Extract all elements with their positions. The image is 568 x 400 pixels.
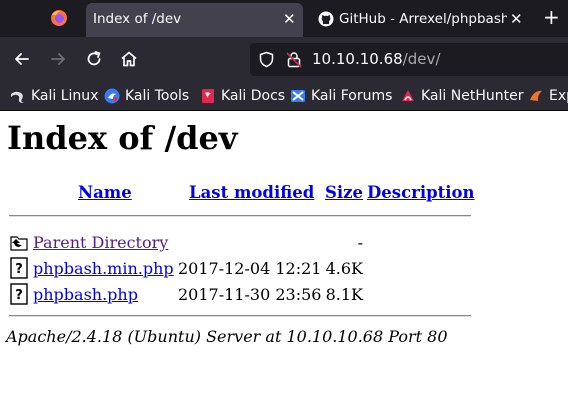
- file-link-phpbash[interactable]: phpbash.php: [33, 285, 138, 304]
- kali-dragon-icon: [11, 91, 24, 103]
- back-arrow-icon[interactable]: [12, 49, 32, 69]
- insecure-lock-icon[interactable]: [286, 51, 302, 68]
- table-row: ? phpbash.php 2017-11-30 23:56 8.1K: [0, 282, 568, 306]
- row-size: 4.6K: [325, 259, 363, 278]
- column-header-name[interactable]: Name: [78, 183, 132, 202]
- row-modified: 2017-12-04 12:21: [178, 259, 322, 278]
- firefox-icon[interactable]: [50, 9, 68, 27]
- bookmark-kali-nethunter[interactable]: Kali NetHunter: [400, 86, 523, 106]
- bookmark-kali-forums[interactable]: Kali Forums: [290, 86, 392, 106]
- url-host: 10.10.10.68: [312, 50, 403, 68]
- row-size: 8.1K: [325, 285, 363, 304]
- reload-icon[interactable]: [84, 49, 104, 69]
- navigation-toolbar: 10.10.10.68/dev/: [0, 37, 568, 82]
- file-link-phpbash-min[interactable]: phpbash.min.php: [33, 259, 174, 278]
- tab-github-phpbash[interactable]: GitHub - Arrexel/phpbash ✕: [310, 3, 532, 37]
- footer-divider: [9, 315, 471, 317]
- bookmarks-toolbar: Kali Linux Kali Tools Kali Docs Kali For…: [0, 82, 568, 111]
- table-row: ? phpbash.min.php 2017-12-04 12:21 4.6K: [0, 256, 568, 280]
- kali-nethunter-icon: [402, 90, 414, 101]
- kali-forums-icon: [291, 90, 305, 102]
- tab-index-of-dev[interactable]: Index of /dev ✕: [86, 3, 303, 37]
- unknown-file-icon: ?: [10, 257, 28, 279]
- unknown-file-icon: ?: [10, 283, 28, 305]
- page-title: Index of /dev: [7, 119, 238, 157]
- url-text[interactable]: 10.10.10.68/dev/: [312, 50, 440, 68]
- address-bar[interactable]: 10.10.10.68/dev/: [250, 43, 568, 76]
- bookmark-label: Kali Docs: [221, 88, 286, 104]
- server-signature: Apache/2.4.18 (Ubuntu) Server at 10.10.1…: [6, 327, 448, 346]
- parent-directory-link[interactable]: Parent Directory: [33, 233, 168, 252]
- github-icon: [318, 11, 334, 27]
- row-modified: 2017-11-30 23:56: [178, 285, 322, 304]
- kali-docs-icon: [202, 89, 214, 103]
- bookmark-exploit-db[interactable]: Exp: [528, 86, 568, 106]
- row-size: -: [357, 233, 363, 252]
- exploit-db-icon: [530, 90, 542, 101]
- bookmark-kali-tools[interactable]: Kali Tools: [104, 86, 189, 106]
- bookmark-label: Kali Forums: [311, 88, 393, 104]
- parent-directory-icon: [10, 236, 28, 251]
- tab-bar: Index of /dev ✕ GitHub - Arrexel/phpbash…: [0, 0, 568, 37]
- close-tab-icon[interactable]: ✕: [283, 10, 296, 28]
- tracking-protection-shield-icon[interactable]: [258, 51, 275, 68]
- column-header-description[interactable]: Description: [367, 183, 475, 202]
- header-divider: [9, 215, 471, 217]
- bookmark-kali-docs[interactable]: Kali Docs: [200, 86, 285, 106]
- tab-title: GitHub - Arrexel/phpbash: [339, 11, 507, 27]
- svg-text:?: ?: [15, 262, 23, 277]
- close-tab-icon[interactable]: ✕: [510, 10, 523, 28]
- new-tab-icon[interactable]: +: [543, 7, 560, 27]
- table-row: Parent Directory -: [0, 230, 568, 254]
- bookmark-kali-linux[interactable]: Kali Linux: [10, 86, 98, 106]
- bookmark-label: Exp: [549, 88, 568, 104]
- tab-title: Index of /dev: [93, 11, 182, 27]
- home-icon[interactable]: [119, 49, 139, 69]
- kali-tools-icon: [104, 88, 120, 104]
- forward-arrow-icon[interactable]: [48, 49, 68, 69]
- bookmark-label: Kali NetHunter: [421, 88, 524, 104]
- url-path: /dev/: [402, 50, 441, 68]
- svg-text:?: ?: [15, 288, 23, 303]
- column-header-last-modified[interactable]: Last modified: [189, 183, 314, 202]
- column-header-size[interactable]: Size: [325, 183, 363, 202]
- bookmark-label: Kali Tools: [125, 88, 190, 104]
- bookmark-label: Kali Linux: [31, 88, 99, 104]
- page-content: Index of /dev Name Last modified Size De…: [0, 111, 568, 400]
